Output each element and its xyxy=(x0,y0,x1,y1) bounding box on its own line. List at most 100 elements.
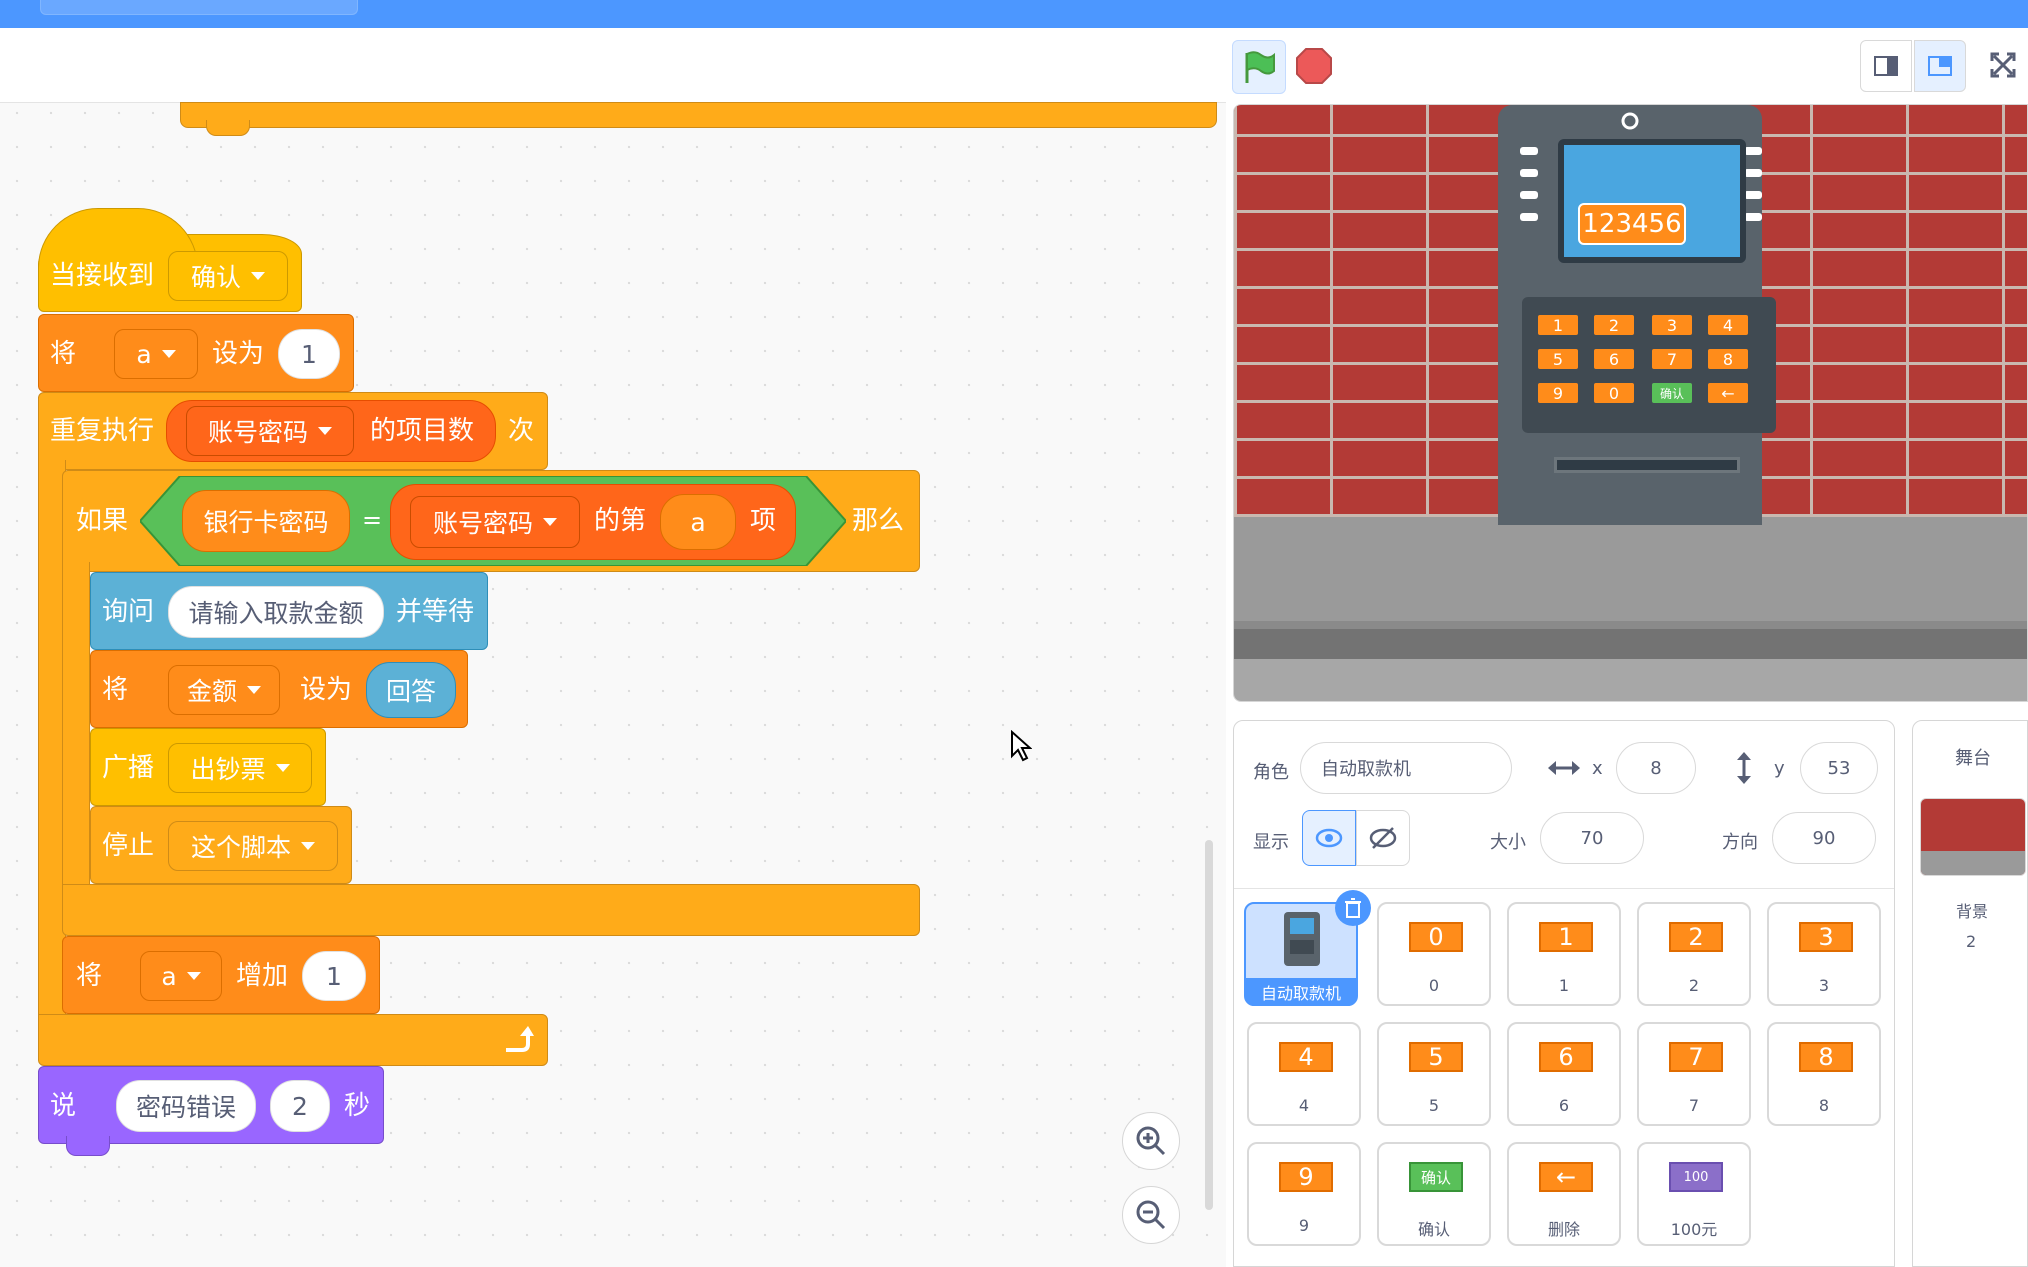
sprite-tile-delete[interactable]: ← 删除 xyxy=(1507,1142,1621,1246)
sprite-name-label: 自动取款机 xyxy=(1246,978,1356,1006)
keypad-key-1[interactable]: 1 xyxy=(1538,315,1578,335)
sprite-tile-5[interactable]: 55 xyxy=(1377,1022,1491,1126)
sprite-thumbnail: ← xyxy=(1539,1162,1593,1192)
value-input[interactable]: 1 xyxy=(278,329,340,379)
sprite-thumbnail: 3 xyxy=(1799,922,1853,952)
variable-name: a xyxy=(136,339,152,369)
normal-stage-button[interactable] xyxy=(1914,40,1966,92)
set-label: 将 xyxy=(50,339,77,369)
size-label: 大小 xyxy=(1490,832,1526,853)
keypad-key-7[interactable]: 7 xyxy=(1652,349,1692,369)
keypad-key-5[interactable]: 5 xyxy=(1538,349,1578,369)
sprite-name-label: 删除 xyxy=(1547,1220,1580,1239)
answer-reporter[interactable]: 回答 xyxy=(366,662,456,718)
list-dropdown[interactable]: 账号密码 xyxy=(186,406,354,456)
variable-name: a xyxy=(161,961,177,991)
menu-tab[interactable] xyxy=(40,0,358,15)
sprite-name-label: 2 xyxy=(1688,976,1700,995)
sprite-tile-3[interactable]: 33 xyxy=(1767,902,1881,1006)
stage-panel-title: 舞台 xyxy=(1955,748,1991,769)
variable-dropdown[interactable]: 金额 xyxy=(168,665,280,715)
zoom-out-button[interactable] xyxy=(1122,1186,1180,1244)
green-flag-button[interactable] xyxy=(1232,40,1286,94)
sprite-tile-2[interactable]: 22 xyxy=(1637,902,1751,1006)
keypad-key-4[interactable]: 4 xyxy=(1708,315,1748,335)
if-block-bottom[interactable] xyxy=(62,884,920,936)
atm-sprite[interactable]: 123456 1 2 3 4 5 6 7 8 9 0 确认 ← xyxy=(1498,105,1776,525)
message-value: 出钞票 xyxy=(190,755,266,784)
sprite-thumbnail: 4 xyxy=(1279,1042,1333,1072)
bank-card-password-reporter[interactable]: 银行卡密码 xyxy=(182,490,350,552)
equals-sign: = xyxy=(362,506,383,534)
x-position-icon xyxy=(1548,761,1580,775)
sprite-tile-100-yuan[interactable]: 100 100元 xyxy=(1637,1142,1751,1246)
atm-side-button xyxy=(1520,169,1538,177)
keypad-key-0[interactable]: 0 xyxy=(1594,383,1634,403)
value-input[interactable]: 1 xyxy=(302,951,366,1001)
sprite-name: 自动取款机 xyxy=(1321,759,1411,780)
message-dropdown[interactable]: 确认 xyxy=(168,251,288,301)
atm-screen: 123456 xyxy=(1558,139,1746,263)
keypad-key-9[interactable]: 9 xyxy=(1538,383,1578,403)
sprite-tile-4[interactable]: 44 xyxy=(1247,1022,1361,1126)
keypad-key-8[interactable]: 8 xyxy=(1708,349,1748,369)
index-reporter[interactable]: a xyxy=(660,494,736,550)
zoom-in-button[interactable] xyxy=(1122,1112,1180,1170)
size-value: 70 xyxy=(1580,827,1604,849)
say-text-input[interactable]: 密码错误 xyxy=(116,1080,256,1132)
sprite-name-input[interactable]: 自动取款机 xyxy=(1300,742,1512,794)
ask-label: 询问 xyxy=(102,597,155,627)
sprite-tile-9[interactable]: 99 xyxy=(1247,1142,1361,1246)
message-dropdown[interactable]: 出钞票 xyxy=(168,743,312,793)
repeat-label: 重复执行 xyxy=(50,416,155,446)
loop-arrow-icon xyxy=(506,1026,534,1052)
set-label: 将 xyxy=(102,675,129,705)
sprite-tile-8[interactable]: 88 xyxy=(1767,1022,1881,1126)
sprite-tile-7[interactable]: 77 xyxy=(1637,1022,1751,1126)
keypad-key-2[interactable]: 2 xyxy=(1594,315,1634,335)
variable-dropdown[interactable]: a xyxy=(114,329,198,379)
show-sprite-button[interactable] xyxy=(1302,810,1356,866)
delete-sprite-button[interactable] xyxy=(1335,890,1371,926)
y-input[interactable]: 53 xyxy=(1800,742,1878,794)
fullscreen-button[interactable] xyxy=(1978,40,2028,90)
sprite-name-label: 5 xyxy=(1428,1096,1440,1115)
stop-option: 这个脚本 xyxy=(190,833,291,862)
keypad-key-3[interactable]: 3 xyxy=(1652,315,1692,335)
sprite-thumbnail: 7 xyxy=(1669,1042,1723,1072)
backdrop-thumbnail[interactable] xyxy=(1920,798,2026,876)
atm-side-button xyxy=(1520,147,1538,155)
keypad-key-confirm[interactable]: 确认 xyxy=(1652,383,1692,403)
x-input[interactable]: 8 xyxy=(1616,742,1696,794)
stop-option-dropdown[interactable]: 这个脚本 xyxy=(168,821,338,871)
atm-side-button xyxy=(1744,191,1762,199)
sprite-tile-confirm[interactable]: 确认 确认 xyxy=(1377,1142,1491,1246)
repeat-tail-label: 次 xyxy=(508,416,535,446)
size-input[interactable]: 70 xyxy=(1540,812,1644,864)
hide-sprite-button[interactable] xyxy=(1356,810,1410,866)
sprite-tile-1[interactable]: 11 xyxy=(1507,902,1621,1006)
sprite-thumbnail: 5 xyxy=(1409,1042,1463,1072)
partial-c-block-bottom[interactable] xyxy=(180,102,1217,128)
editor-scrollbar[interactable] xyxy=(1205,840,1213,1210)
atm-keypad: 1 2 3 4 5 6 7 8 9 0 确认 ← xyxy=(1522,297,1776,433)
keypad-key-6[interactable]: 6 xyxy=(1594,349,1634,369)
small-stage-button[interactable] xyxy=(1860,40,1912,92)
backdrop-ground xyxy=(1921,851,2025,875)
list-length-label: 的项目数 xyxy=(370,416,475,446)
keypad-key-delete[interactable]: ← xyxy=(1708,383,1748,403)
question-input[interactable]: 请输入取款金额 xyxy=(168,586,384,638)
direction-input[interactable]: 90 xyxy=(1772,812,1876,864)
sprite-tile-0[interactable]: 00 xyxy=(1377,902,1491,1006)
stage[interactable]: 123456 1 2 3 4 5 6 7 8 9 0 确认 ← xyxy=(1233,104,2028,702)
variable-dropdown[interactable]: a xyxy=(140,951,222,1001)
sprite-thumbnail: 0 xyxy=(1409,922,1463,952)
sprite-name-label: 6 xyxy=(1558,1096,1570,1115)
repeat-block-bottom[interactable] xyxy=(38,1014,548,1066)
seconds-input[interactable]: 2 xyxy=(270,1080,330,1132)
stop-button[interactable] xyxy=(1292,44,1336,88)
atm-side-button xyxy=(1744,213,1762,221)
broadcast-label: 广播 xyxy=(102,753,155,783)
sprite-tile-6[interactable]: 66 xyxy=(1507,1022,1621,1126)
list-dropdown[interactable]: 账号密码 xyxy=(410,496,580,548)
